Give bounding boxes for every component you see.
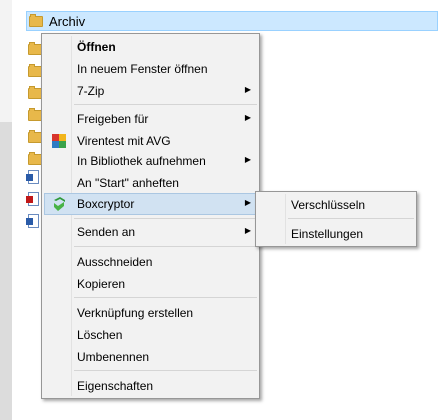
menu-item-settings[interactable]: Einstellungen bbox=[258, 223, 416, 245]
outlook-file-icon[interactable] bbox=[26, 170, 42, 184]
folder-icon[interactable] bbox=[28, 86, 42, 100]
menu-item-label: Löschen bbox=[77, 328, 123, 342]
menu-item-delete[interactable]: Löschen bbox=[44, 324, 259, 346]
menu-item-label: Eigenschaften bbox=[77, 379, 154, 393]
menu-item-copy[interactable]: Kopieren bbox=[44, 273, 259, 295]
submenu-arrow-icon: ▶ bbox=[244, 85, 251, 94]
menu-separator bbox=[288, 218, 414, 219]
menu-item-label: In neuem Fenster öffnen bbox=[77, 62, 208, 76]
boxcryptor-submenu: Verschlüsseln Einstellungen bbox=[255, 191, 417, 247]
folder-icon[interactable] bbox=[28, 152, 42, 166]
menu-item-boxcryptor[interactable]: Boxcryptor ▶ bbox=[44, 193, 259, 215]
menu-separator bbox=[74, 297, 257, 298]
menu-item-rename[interactable]: Umbenennen bbox=[44, 346, 259, 368]
menu-item-create-shortcut[interactable]: Verknüpfung erstellen bbox=[44, 302, 259, 324]
menu-item-label: Boxcryptor bbox=[77, 197, 135, 211]
menu-item-pin-to-start[interactable]: An "Start" anheften bbox=[44, 172, 259, 194]
menu-item-label: Verknüpfung erstellen bbox=[77, 306, 194, 320]
submenu-arrow-icon: ▶ bbox=[244, 198, 251, 207]
menu-separator bbox=[74, 104, 257, 105]
menu-item-label: Umbenennen bbox=[77, 350, 150, 364]
menu-item-label: Verschlüsseln bbox=[291, 198, 366, 212]
menu-item-avg-scan[interactable]: Virentest mit AVG bbox=[44, 130, 259, 152]
word-file-icon[interactable] bbox=[26, 214, 42, 228]
menu-item-label: An "Start" anheften bbox=[77, 176, 179, 190]
menu-item-properties[interactable]: Eigenschaften bbox=[44, 375, 259, 397]
menu-separator bbox=[74, 370, 257, 371]
context-menu: Öffnen In neuem Fenster öffnen 7-Zip ▶ F… bbox=[41, 33, 260, 399]
navigation-pane-edge bbox=[0, 0, 12, 420]
menu-item-label: Kopieren bbox=[77, 277, 126, 291]
menu-item-label: In Bibliothek aufnehmen bbox=[77, 154, 206, 168]
folder-icon[interactable] bbox=[28, 64, 42, 78]
navigation-pane-scroll-area bbox=[0, 122, 12, 420]
menu-separator bbox=[74, 218, 257, 219]
menu-item-open[interactable]: Öffnen bbox=[44, 36, 259, 58]
menu-item-label: Ausschneiden bbox=[77, 255, 153, 269]
menu-item-share-with[interactable]: Freigeben für ▶ bbox=[44, 108, 259, 130]
menu-item-label: Einstellungen bbox=[291, 227, 364, 241]
menu-item-encrypt[interactable]: Verschlüsseln bbox=[258, 194, 416, 216]
menu-item-include-in-library[interactable]: In Bibliothek aufnehmen ▶ bbox=[44, 150, 259, 172]
folder-icon bbox=[29, 14, 43, 27]
menu-item-open-new-window[interactable]: In neuem Fenster öffnen bbox=[44, 58, 259, 80]
submenu-arrow-icon: ▶ bbox=[244, 155, 251, 164]
menu-item-label: Virentest mit AVG bbox=[77, 134, 171, 148]
menu-item-label: Freigeben für bbox=[77, 112, 149, 126]
file-list-row-selected[interactable]: Archiv bbox=[26, 11, 438, 31]
acrobat-file-icon[interactable] bbox=[26, 192, 42, 206]
boxcryptor-icon bbox=[51, 196, 67, 212]
menu-item-label: Senden an bbox=[77, 225, 136, 239]
submenu-arrow-icon: ▶ bbox=[244, 113, 251, 122]
folder-icon[interactable] bbox=[28, 130, 42, 144]
folder-icon[interactable] bbox=[28, 108, 42, 122]
file-name: Archiv bbox=[49, 14, 86, 29]
folder-icon[interactable] bbox=[28, 42, 42, 56]
avg-icon bbox=[51, 133, 67, 149]
menu-item-label: 7-Zip bbox=[77, 84, 105, 98]
submenu-arrow-icon: ▶ bbox=[244, 226, 251, 235]
menu-item-send-to[interactable]: Senden an ▶ bbox=[44, 221, 259, 243]
menu-item-cut[interactable]: Ausschneiden bbox=[44, 251, 259, 273]
menu-item-label: Öffnen bbox=[77, 40, 116, 54]
menu-item-7zip[interactable]: 7-Zip ▶ bbox=[44, 80, 259, 102]
menu-separator bbox=[74, 246, 257, 247]
